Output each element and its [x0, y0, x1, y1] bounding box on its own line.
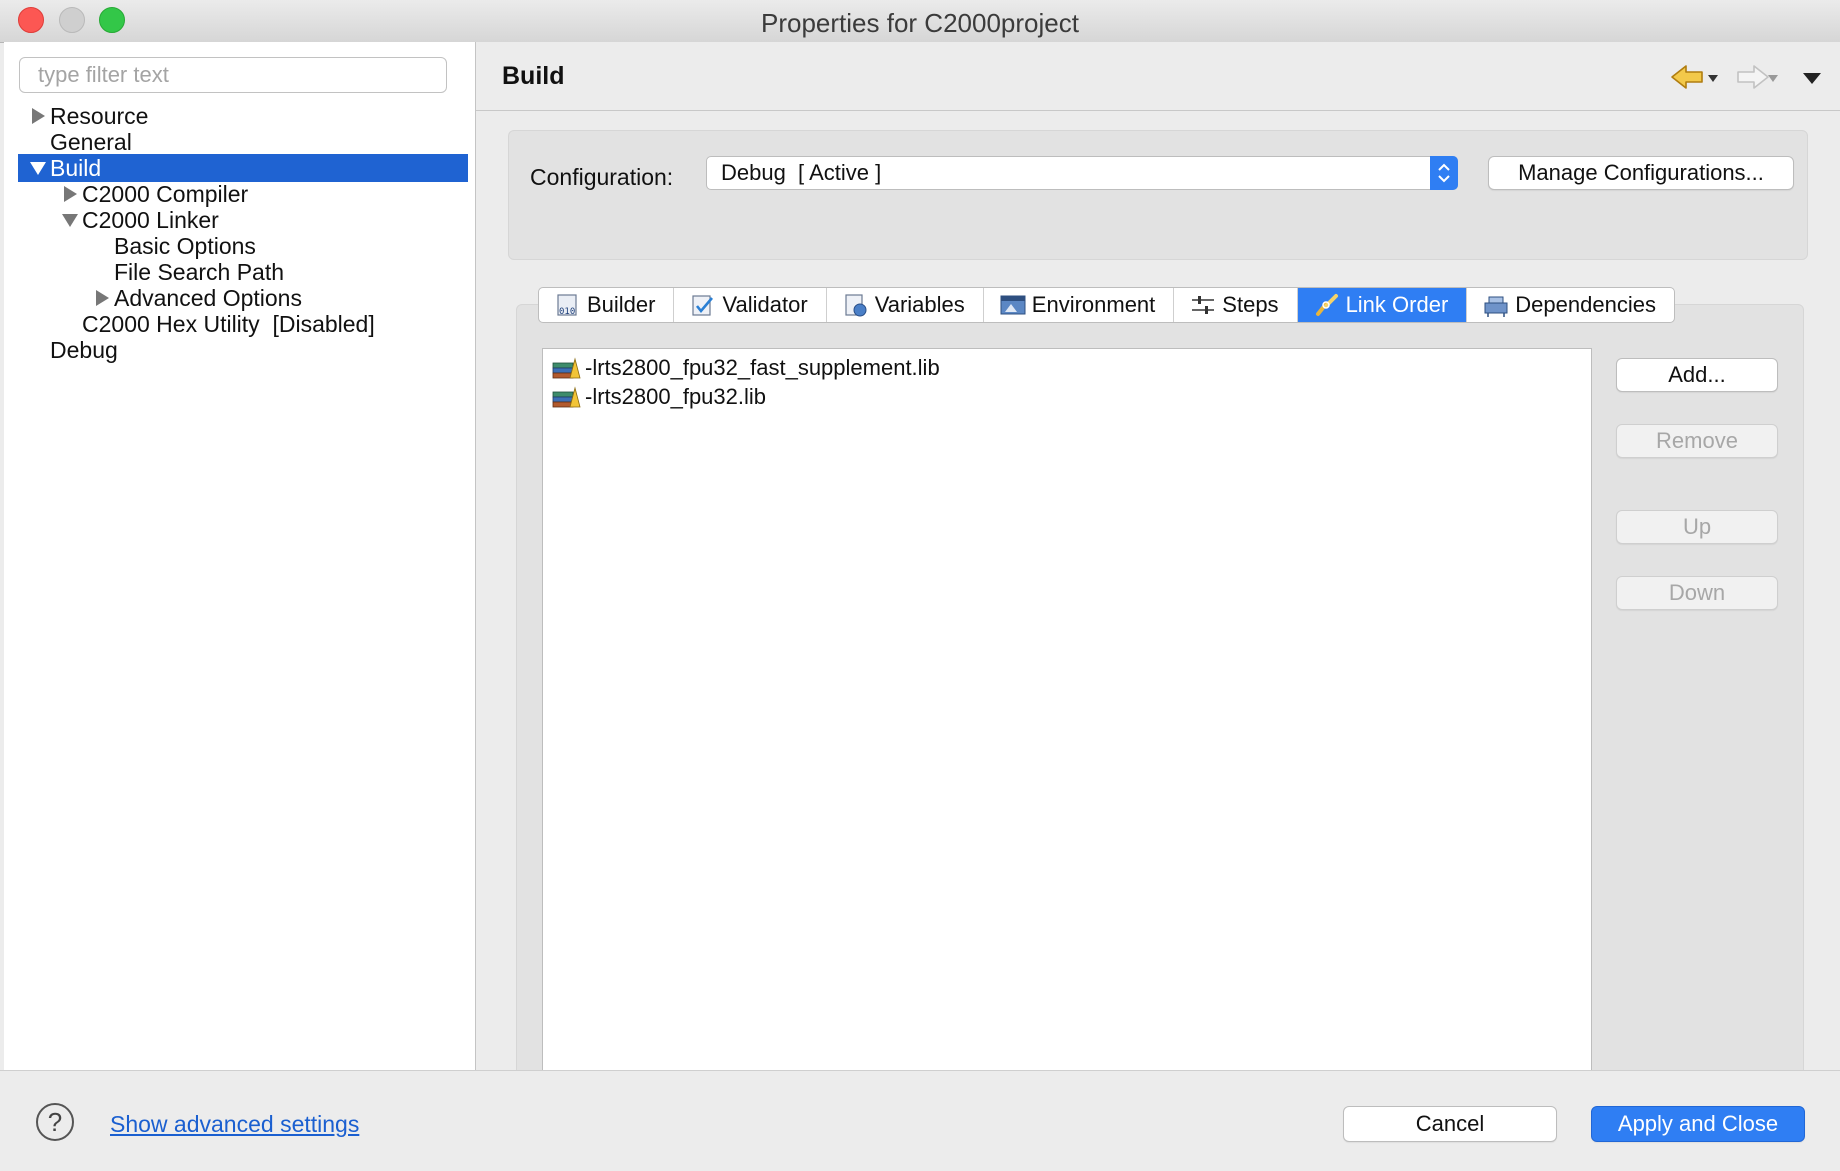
builder-icon: 010: [557, 294, 577, 317]
library-icon: [552, 386, 581, 408]
tree-item-file-search-path[interactable]: File Search Path: [18, 258, 468, 286]
tab-link-order[interactable]: Link Order: [1297, 288, 1468, 322]
tree-item-resource[interactable]: Resource: [18, 102, 468, 130]
forward-history-dropdown-icon[interactable]: [1768, 75, 1778, 82]
property-tree-panel: Resource General Build C2000 Compiler C2…: [4, 42, 476, 1070]
dialog-footer: ? Show advanced settings Cancel Apply an…: [0, 1070, 1840, 1171]
collapse-arrow-icon[interactable]: [30, 162, 46, 175]
svg-text:010: 010: [559, 307, 575, 317]
tab-label: Link Order: [1345, 292, 1449, 317]
configuration-select[interactable]: Debug [ Active ]: [706, 156, 1458, 190]
add-button[interactable]: Add...: [1616, 358, 1778, 392]
dependencies-icon: [1484, 296, 1508, 317]
expand-arrow-icon[interactable]: [64, 186, 77, 202]
tab-variables[interactable]: Variables: [827, 288, 984, 322]
tree-item-label: Build: [50, 155, 102, 181]
tab-label: Variables: [874, 292, 965, 317]
tree-item-c2000-hex-utility[interactable]: C2000 Hex Utility [Disabled]: [18, 310, 468, 338]
expand-arrow-icon[interactable]: [32, 108, 45, 124]
title-bar: Properties for C2000project: [0, 0, 1840, 43]
tab-label: Steps: [1222, 292, 1279, 317]
tab-strip: 010 Builder Validator Variables Environm…: [538, 287, 1675, 323]
collapse-arrow-icon[interactable]: [62, 214, 78, 227]
tree-item-label: Basic Options: [114, 233, 256, 259]
page-header: Build: [476, 42, 1840, 111]
validator-icon: [692, 295, 714, 316]
tree-item-c2000-linker[interactable]: C2000 Linker: [18, 206, 468, 234]
tree-item-label: C2000 Linker: [82, 207, 219, 233]
back-arrow-icon[interactable]: [1670, 62, 1710, 92]
view-menu-icon[interactable]: [1803, 73, 1821, 84]
tab-label: Dependencies: [1515, 292, 1656, 317]
forward-arrow-icon[interactable]: [1730, 62, 1770, 92]
tab-steps[interactable]: Steps: [1174, 288, 1298, 322]
expand-arrow-icon[interactable]: [96, 290, 109, 306]
select-stepper-icon[interactable]: [1430, 156, 1458, 190]
remove-button[interactable]: Remove: [1616, 424, 1778, 458]
tab-builder[interactable]: 010 Builder: [539, 288, 675, 322]
configuration-label: Configuration:: [530, 164, 674, 190]
variables-icon: [845, 294, 867, 317]
filter-input[interactable]: [19, 57, 447, 93]
up-button[interactable]: Up: [1616, 510, 1778, 544]
help-icon[interactable]: ?: [36, 1103, 74, 1141]
link-order-list[interactable]: -lrts2800_fpu32_fast_supplement.lib -lrt…: [542, 348, 1592, 1108]
apply-and-close-button[interactable]: Apply and Close: [1591, 1106, 1805, 1142]
tree-item-general[interactable]: General: [18, 128, 468, 156]
tree-item-build[interactable]: Build: [18, 154, 468, 182]
library-icon: [552, 357, 581, 379]
steps-icon: [1192, 296, 1215, 314]
tab-validator[interactable]: Validator: [674, 288, 827, 322]
tree-item-label: C2000 Compiler: [82, 181, 249, 207]
page-title: Build: [502, 62, 565, 90]
tree-item-label: Resource: [50, 103, 149, 129]
tree-item-debug[interactable]: Debug: [18, 336, 468, 364]
tree-item-label: C2000 Hex Utility [Disabled]: [82, 311, 375, 337]
configuration-panel: [508, 130, 1808, 260]
window-title: Properties for C2000project: [761, 8, 1079, 38]
tab-label: Builder: [587, 292, 656, 317]
environment-icon: [1000, 295, 1026, 315]
show-advanced-settings-link[interactable]: Show advanced settings: [110, 1111, 359, 1138]
property-page: Build Configuration: Debug [ Active ] Ma…: [476, 42, 1840, 1108]
tab-label: Environment: [1031, 292, 1156, 317]
cancel-button[interactable]: Cancel: [1343, 1106, 1557, 1142]
tree-item-label: General: [50, 129, 132, 155]
list-item[interactable]: -lrts2800_fpu32.lib: [551, 380, 766, 414]
tree-item-label: Advanced Options: [114, 285, 302, 311]
tab-dependencies[interactable]: Dependencies: [1467, 288, 1674, 322]
list-item-label: -lrts2800_fpu32.lib: [585, 384, 767, 409]
tree-item-c2000-compiler[interactable]: C2000 Compiler: [18, 180, 468, 208]
manage-configurations-button[interactable]: Manage Configurations...: [1488, 156, 1794, 190]
tree-item-basic-options[interactable]: Basic Options: [18, 232, 468, 260]
back-history-dropdown-icon[interactable]: [1708, 75, 1718, 82]
down-button[interactable]: Down: [1616, 576, 1778, 610]
tree-item-label: File Search Path: [114, 259, 285, 285]
configuration-value: Debug [ Active ]: [721, 160, 882, 185]
link-order-icon: [1315, 294, 1338, 316]
tree-item-label: Debug: [50, 337, 118, 363]
tab-environment[interactable]: Environment: [984, 288, 1175, 322]
tab-label: Validator: [722, 292, 808, 317]
tree-item-advanced-options[interactable]: Advanced Options: [18, 284, 468, 312]
